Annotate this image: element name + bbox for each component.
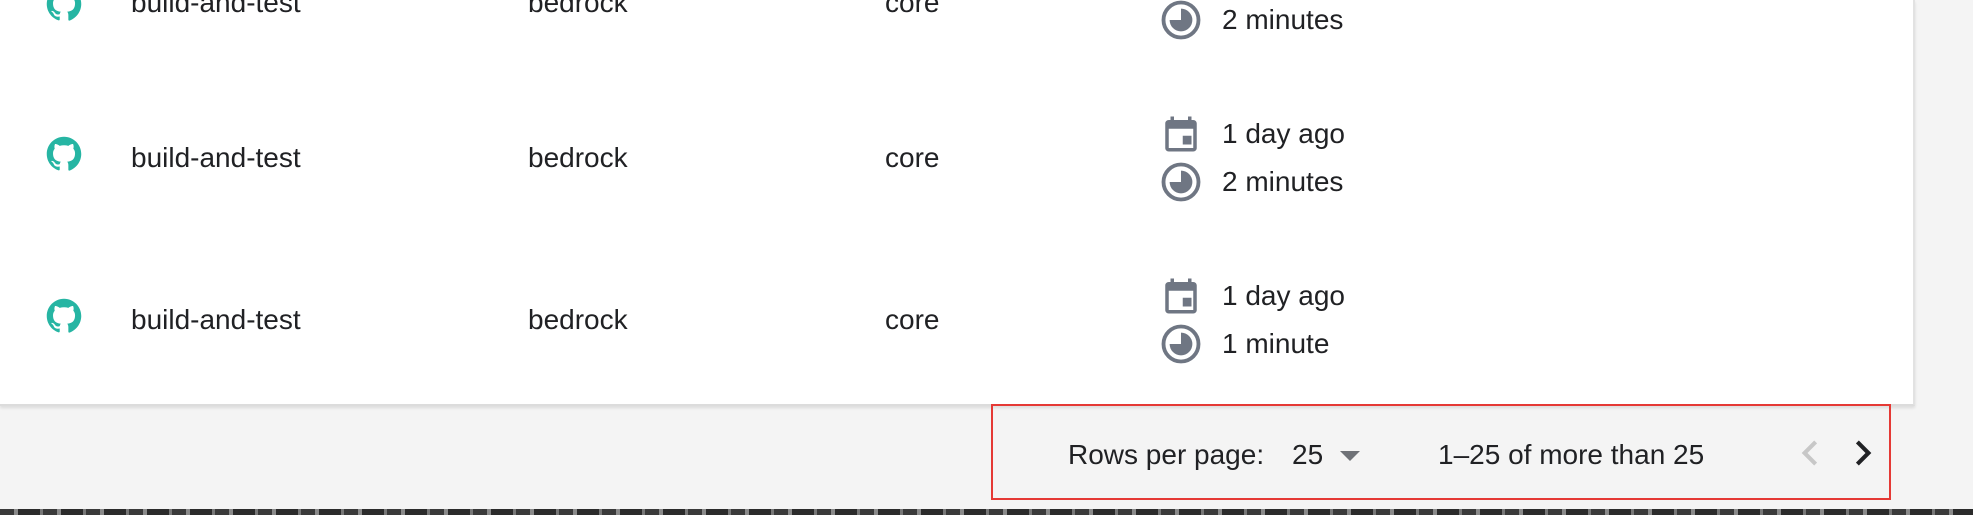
clock-icon: [1161, 324, 1201, 364]
table-row[interactable]: build-and-test bedrock core 2 minutes: [0, 0, 1913, 40]
duration-line: 1 minute: [1160, 323, 1460, 367]
repository-name: bedrock: [528, 142, 628, 173]
previous-page-button[interactable]: [1785, 428, 1835, 478]
duration-text: 1 minute: [1222, 328, 1330, 359]
chevron-left-icon: [1801, 440, 1818, 466]
started-line: 1 day ago: [1160, 113, 1460, 157]
chevron-right-icon: [1855, 440, 1872, 466]
github-icon: [46, 298, 82, 333]
repository-name: bedrock: [528, 304, 628, 335]
started-text: 1 day ago: [1222, 118, 1345, 149]
table-row[interactable]: build-and-test bedrock core 1 day ago 2 …: [0, 9, 1913, 202]
started-text: 1 day ago: [1222, 280, 1345, 311]
github-icon: [46, 136, 82, 171]
table-row[interactable]: build-and-test bedrock core 1 day ago 1 …: [0, 171, 1913, 364]
rows-per-page-label: Rows per page:: [1068, 439, 1265, 470]
started-line: 1 day ago: [1160, 275, 1460, 319]
runs-table: build-and-test bedrock core 2 minutes bu…: [0, 0, 1915, 406]
calendar-icon: [1165, 278, 1197, 314]
workflow-name[interactable]: build-and-test: [131, 303, 301, 337]
branch-name: core: [885, 304, 940, 335]
screen-edge: [0, 509, 1973, 515]
calendar-icon: [1165, 116, 1197, 152]
rows-per-page-select[interactable]: 25: [1292, 430, 1372, 480]
workflow-name[interactable]: build-and-test: [131, 141, 301, 175]
branch-name: core: [885, 142, 940, 173]
page-range-text: 1–25 of more than 25: [1438, 439, 1705, 470]
rows-per-page-value: 25: [1292, 439, 1324, 470]
dropdown-arrow-icon: [1340, 451, 1360, 461]
table-pagination: Rows per page: 25 1–25 of more than 25: [991, 404, 1891, 500]
next-page-button[interactable]: [1838, 428, 1888, 478]
